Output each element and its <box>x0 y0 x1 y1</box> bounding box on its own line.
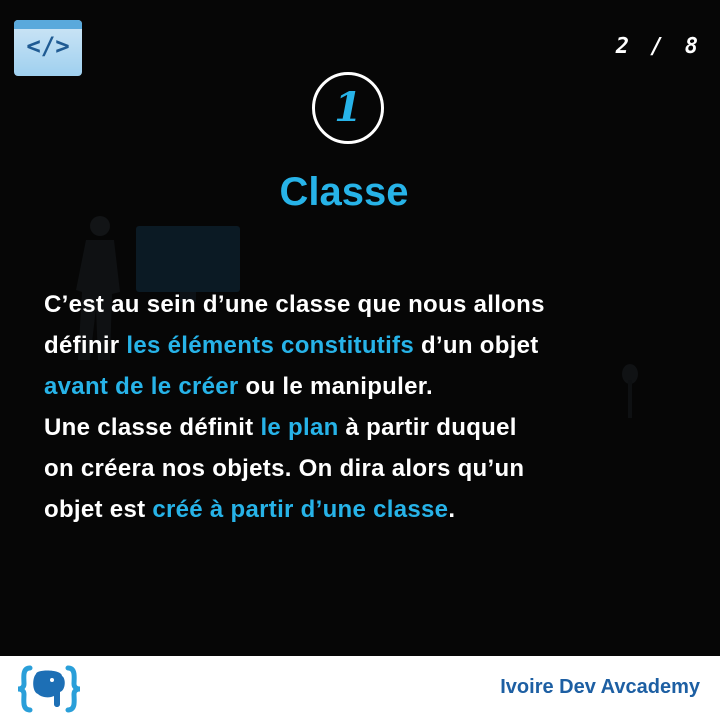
highlighted-text: le plan <box>260 414 339 441</box>
body-line: avant de le créer ou le manipuler. <box>44 366 694 407</box>
page-indicator: 2 / 8 <box>615 34 702 59</box>
body-text-segment: objet est <box>44 496 153 523</box>
body-text-segment: C’est au sein d’une classe que nous allo… <box>44 291 545 318</box>
highlighted-text: créé à partir d’une classe <box>152 496 449 523</box>
step-badge: 1 <box>312 72 384 144</box>
body-line: définir les éléments constitutifs d’un o… <box>44 325 694 366</box>
highlighted-text: les éléments constitutifs <box>126 332 414 359</box>
body-line: objet est créé à partir d’une classe. <box>44 489 694 530</box>
body-text-segment: on créera nos objets. On dira alors qu’u… <box>44 455 525 482</box>
code-icon-titlebar <box>14 20 82 29</box>
body-text-segment: ou le manipuler. <box>238 373 434 400</box>
step-number: 1 <box>334 84 362 131</box>
body-paragraph: C’est au sein d’une classe que nous allo… <box>44 284 694 530</box>
footer-bar: Ivoire Dev Avcademy <box>0 656 720 720</box>
highlighted-text: avant de le créer <box>44 373 239 400</box>
body-text-segment: . <box>448 496 456 523</box>
code-icon: </> <box>14 20 82 76</box>
body-text-segment: définir <box>44 332 127 359</box>
body-line: on créera nos objets. On dira alors qu’u… <box>44 448 694 489</box>
section-title: Classe <box>279 170 409 214</box>
body-line: Une classe définit le plan à partir duqu… <box>44 407 694 448</box>
body-text-segment: à partir duquel <box>338 414 517 441</box>
body-line: C’est au sein d’une classe que nous allo… <box>44 284 694 325</box>
brand-name: Ivoire Dev Avcademy <box>500 676 700 698</box>
body-text-segment: d’un objet <box>413 332 539 359</box>
body-text-segment: Une classe définit <box>44 414 261 441</box>
curly-brace-elephant-logo-icon <box>17 665 81 713</box>
slide: </> 2 / 8 1 Classe C’est au sein d’une c… <box>0 0 720 656</box>
code-icon-glyph: </> <box>26 32 70 60</box>
